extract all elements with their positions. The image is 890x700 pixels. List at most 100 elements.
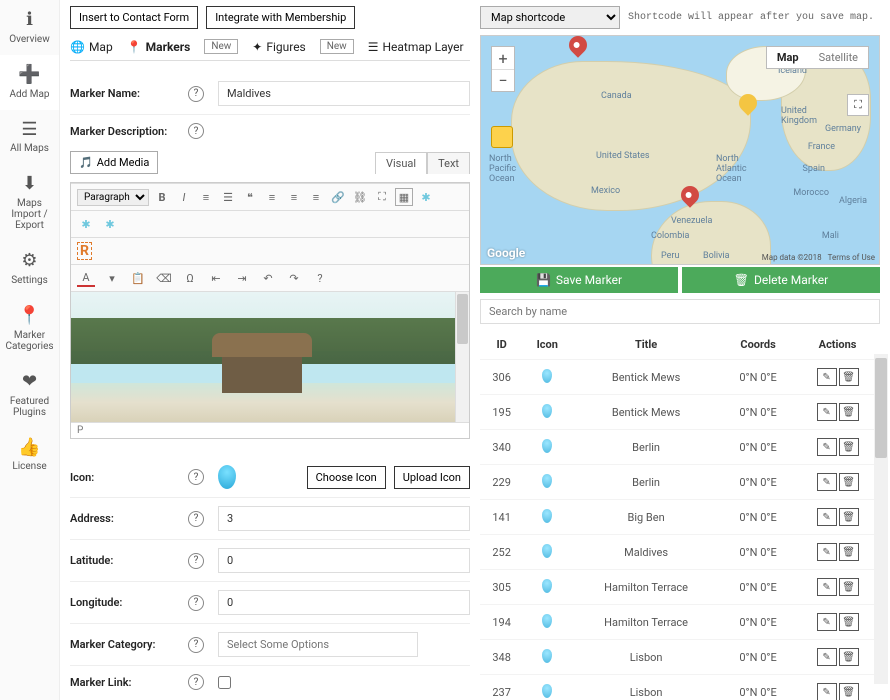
sidebar-item-license[interactable]: 👍 License xyxy=(0,428,59,483)
fullscreen-icon[interactable]: ⛶ xyxy=(373,188,391,206)
text-color-icon[interactable]: A xyxy=(77,269,95,287)
format-select[interactable]: Paragraph xyxy=(77,189,149,206)
tab-markers[interactable]: 📍 Markers xyxy=(127,40,191,54)
align-right-icon[interactable]: ≡ xyxy=(307,188,325,206)
edit-button[interactable]: ✎ xyxy=(817,648,837,666)
map-type-map[interactable]: Map xyxy=(767,47,809,68)
delete-button[interactable]: 🗑 xyxy=(839,683,859,700)
edit-button[interactable]: ✎ xyxy=(817,683,837,700)
col-id[interactable]: ID xyxy=(480,330,523,360)
bullet-list-icon[interactable]: ≡ xyxy=(197,188,215,206)
insert-contact-form-button[interactable]: Insert to Contact Form xyxy=(70,6,198,29)
save-marker-button[interactable]: 💾 Save Marker xyxy=(480,267,678,293)
marker-search-input[interactable] xyxy=(480,299,880,324)
category-select[interactable] xyxy=(218,632,418,657)
zoom-in-button[interactable]: + xyxy=(492,47,514,69)
delete-marker-button[interactable]: 🗑 Delete Marker xyxy=(682,267,880,293)
tab-heatmap[interactable]: ☰ Heatmap Layer xyxy=(368,40,464,54)
edit-button[interactable]: ✎ xyxy=(817,438,837,456)
undo-icon[interactable]: ↶ xyxy=(259,269,277,287)
help-icon[interactable]: ? xyxy=(188,674,204,690)
sidebar-item-overview[interactable]: ℹ Overview xyxy=(0,0,59,55)
marker-link-checkbox[interactable] xyxy=(218,676,231,689)
editor-tab-text[interactable]: Text xyxy=(427,152,470,174)
delete-button[interactable]: 🗑 xyxy=(839,368,859,386)
add-media-button[interactable]: 🎵 Add Media xyxy=(70,151,158,174)
redo-icon[interactable]: ↷ xyxy=(285,269,303,287)
delete-button[interactable]: 🗑 xyxy=(839,438,859,456)
delete-button[interactable]: 🗑 xyxy=(839,613,859,631)
sidebar-item-settings[interactable]: ⚙ Settings xyxy=(0,241,59,296)
col-icon[interactable]: Icon xyxy=(523,330,571,360)
help-icon[interactable]: ? xyxy=(188,511,204,527)
italic-icon[interactable]: I xyxy=(175,188,193,206)
indent-icon[interactable]: ⇥ xyxy=(233,269,251,287)
delete-button[interactable]: 🗑 xyxy=(839,578,859,596)
plugin-icon[interactable]: ✱ xyxy=(101,215,119,233)
edit-button[interactable]: ✎ xyxy=(817,508,837,526)
editor-help-icon[interactable]: ? xyxy=(311,269,329,287)
help-icon[interactable]: ? xyxy=(188,123,204,139)
align-center-icon[interactable]: ≡ xyxy=(285,188,303,206)
help-icon[interactable]: ? xyxy=(188,553,204,569)
col-coords[interactable]: Coords xyxy=(721,330,795,360)
map-type-satellite[interactable]: Satellite xyxy=(809,47,868,68)
help-icon[interactable]: ? xyxy=(188,469,204,485)
choose-icon-button[interactable]: Choose Icon xyxy=(307,466,386,489)
longitude-input[interactable] xyxy=(218,590,470,615)
panel-scrollbar[interactable] xyxy=(874,354,888,684)
help-icon[interactable]: ? xyxy=(188,86,204,102)
sidebar-item-import-export[interactable]: ⬇ Maps Import / Export xyxy=(0,164,59,241)
sidebar-item-all-maps[interactable]: ☰ All Maps xyxy=(0,110,59,165)
integrate-membership-button[interactable]: Integrate with Membership xyxy=(206,6,355,29)
delete-button[interactable]: 🗑 xyxy=(839,508,859,526)
edit-button[interactable]: ✎ xyxy=(817,543,837,561)
outdent-icon[interactable]: ⇤ xyxy=(207,269,225,287)
streetview-pegman-icon[interactable] xyxy=(491,126,513,148)
new-badge[interactable]: New xyxy=(320,39,354,54)
editor-tab-visual[interactable]: Visual xyxy=(375,152,427,174)
delete-button[interactable]: 🗑 xyxy=(839,648,859,666)
extra-icon[interactable]: ✱ xyxy=(417,188,435,206)
editor-scrollbar[interactable] xyxy=(455,292,469,422)
map-marker-pin[interactable] xyxy=(565,35,590,58)
marker-name-input[interactable] xyxy=(218,81,470,106)
col-actions[interactable]: Actions xyxy=(795,330,880,360)
sidebar-item-marker-categories[interactable]: 📍 Marker Categories xyxy=(0,296,59,362)
shortcode-select[interactable]: Map shortcode xyxy=(480,6,620,29)
plugin-icon[interactable]: ✱ xyxy=(77,215,95,233)
quote-icon[interactable]: ❝ xyxy=(241,188,259,206)
tab-figures[interactable]: ✦ Figures xyxy=(252,40,305,54)
zoom-out-button[interactable]: − xyxy=(492,69,514,91)
special-char-icon[interactable]: Ω xyxy=(181,269,199,287)
address-input[interactable] xyxy=(218,506,470,531)
fullscreen-icon[interactable]: ⛶ xyxy=(847,94,869,116)
number-list-icon[interactable]: ☰ xyxy=(219,188,237,206)
new-badge[interactable]: New xyxy=(204,39,238,54)
delete-button[interactable]: 🗑 xyxy=(839,473,859,491)
revslider-icon[interactable]: R xyxy=(77,242,92,260)
sidebar-item-featured-plugins[interactable]: ❤ Featured Plugins xyxy=(0,362,59,428)
chevron-down-icon[interactable]: ▾ xyxy=(103,269,121,287)
editor-content[interactable] xyxy=(71,292,469,422)
tab-map[interactable]: 🌐 Map xyxy=(70,40,113,54)
edit-button[interactable]: ✎ xyxy=(817,403,837,421)
toolbar-toggle-icon[interactable]: ▦ xyxy=(395,188,413,206)
map-preview[interactable]: Canada United States Mexico Venezuela Co… xyxy=(480,35,880,265)
latitude-input[interactable] xyxy=(218,548,470,573)
delete-button[interactable]: 🗑 xyxy=(839,403,859,421)
help-icon[interactable]: ? xyxy=(188,595,204,611)
edit-button[interactable]: ✎ xyxy=(817,368,837,386)
unlink-icon[interactable]: ⛓ xyxy=(351,188,369,206)
clear-format-icon[interactable]: ⌫ xyxy=(155,269,173,287)
paste-icon[interactable]: 📋 xyxy=(129,269,147,287)
link-icon[interactable]: 🔗 xyxy=(329,188,347,206)
markers-table-wrap[interactable]: ID Icon Title Coords Actions 306Bentick … xyxy=(480,330,880,700)
edit-button[interactable]: ✎ xyxy=(817,613,837,631)
upload-icon-button[interactable]: Upload Icon xyxy=(394,466,470,489)
help-icon[interactable]: ? xyxy=(188,637,204,653)
col-title[interactable]: Title xyxy=(571,330,721,360)
delete-button[interactable]: 🗑 xyxy=(839,543,859,561)
edit-button[interactable]: ✎ xyxy=(817,578,837,596)
align-left-icon[interactable]: ≡ xyxy=(263,188,281,206)
